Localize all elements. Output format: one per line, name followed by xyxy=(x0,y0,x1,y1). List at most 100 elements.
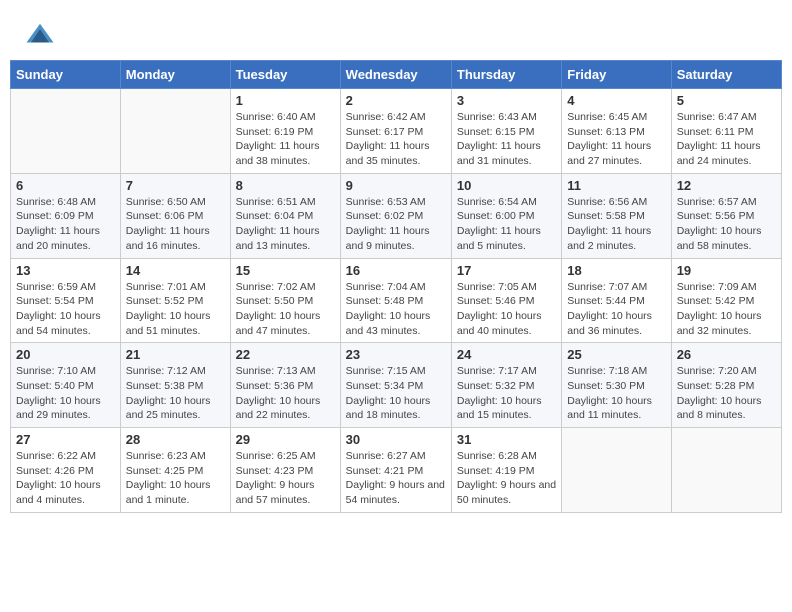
calendar-cell xyxy=(562,428,671,513)
day-number: 25 xyxy=(567,347,665,362)
day-number: 4 xyxy=(567,93,665,108)
day-number: 29 xyxy=(236,432,335,447)
calendar-cell: 13 Sunrise: 6:59 AMSunset: 5:54 PMDayligh… xyxy=(11,258,121,343)
day-number: 17 xyxy=(457,263,556,278)
calendar-cell: 4 Sunrise: 6:45 AMSunset: 6:13 PMDaylight… xyxy=(562,89,671,174)
cell-info: Sunrise: 6:56 AMSunset: 5:58 PMDaylight:… xyxy=(567,195,665,254)
day-header-wednesday: Wednesday xyxy=(340,61,451,89)
calendar-cell: 1 Sunrise: 6:40 AMSunset: 6:19 PMDaylight… xyxy=(230,89,340,174)
calendar-cell: 8 Sunrise: 6:51 AMSunset: 6:04 PMDaylight… xyxy=(230,173,340,258)
day-number: 16 xyxy=(346,263,446,278)
day-number: 26 xyxy=(677,347,776,362)
logo xyxy=(25,20,59,50)
day-number: 3 xyxy=(457,93,556,108)
cell-info: Sunrise: 6:40 AMSunset: 6:19 PMDaylight:… xyxy=(236,110,335,169)
day-number: 21 xyxy=(126,347,225,362)
day-number: 31 xyxy=(457,432,556,447)
calendar-cell: 26 Sunrise: 7:20 AMSunset: 5:28 PMDayligh… xyxy=(671,343,781,428)
calendar-week-row: 13 Sunrise: 6:59 AMSunset: 5:54 PMDayligh… xyxy=(11,258,782,343)
cell-info: Sunrise: 6:51 AMSunset: 6:04 PMDaylight:… xyxy=(236,195,335,254)
calendar-cell: 17 Sunrise: 7:05 AMSunset: 5:46 PMDayligh… xyxy=(451,258,561,343)
cell-info: Sunrise: 6:54 AMSunset: 6:00 PMDaylight:… xyxy=(457,195,556,254)
cell-info: Sunrise: 6:43 AMSunset: 6:15 PMDaylight:… xyxy=(457,110,556,169)
day-number: 6 xyxy=(16,178,115,193)
calendar-cell: 19 Sunrise: 7:09 AMSunset: 5:42 PMDayligh… xyxy=(671,258,781,343)
calendar-cell: 23 Sunrise: 7:15 AMSunset: 5:34 PMDayligh… xyxy=(340,343,451,428)
calendar-cell: 7 Sunrise: 6:50 AMSunset: 6:06 PMDaylight… xyxy=(120,173,230,258)
calendar-cell: 16Sunrise: 7:04 AMSunset: 5:48 PMDayligh… xyxy=(340,258,451,343)
cell-info: Sunrise: 6:47 AMSunset: 6:11 PMDaylight:… xyxy=(677,110,776,169)
cell-info: Sunrise: 7:02 AMSunset: 5:50 PMDaylight:… xyxy=(236,280,335,339)
cell-info: Sunrise: 6:59 AMSunset: 5:54 PMDaylight:… xyxy=(16,280,115,339)
calendar-cell: 22Sunrise: 7:13 AMSunset: 5:36 PMDayligh… xyxy=(230,343,340,428)
calendar-cell: 5Sunrise: 6:47 AMSunset: 6:11 PMDaylight… xyxy=(671,89,781,174)
page-header xyxy=(10,10,782,55)
cell-info: Sunrise: 7:09 AMSunset: 5:42 PMDaylight:… xyxy=(677,280,776,339)
cell-info: Sunrise: 6:48 AMSunset: 6:09 PMDaylight:… xyxy=(16,195,115,254)
day-number: 24 xyxy=(457,347,556,362)
day-number: 18 xyxy=(567,263,665,278)
cell-info: Sunrise: 7:17 AMSunset: 5:32 PMDaylight:… xyxy=(457,364,556,423)
day-number: 8 xyxy=(236,178,335,193)
calendar-cell: 31 Sunrise: 6:28 AMSunset: 4:19 PMDayligh… xyxy=(451,428,561,513)
cell-info: Sunrise: 6:27 AMSunset: 4:21 PMDaylight:… xyxy=(346,449,446,508)
cell-info: Sunrise: 6:50 AMSunset: 6:06 PMDaylight:… xyxy=(126,195,225,254)
day-number: 15 xyxy=(236,263,335,278)
cell-info: Sunrise: 6:23 AMSunset: 4:25 PMDaylight:… xyxy=(126,449,225,508)
day-header-monday: Monday xyxy=(120,61,230,89)
cell-info: Sunrise: 7:10 AMSunset: 5:40 PMDaylight:… xyxy=(16,364,115,423)
calendar-cell: 14Sunrise: 7:01 AMSunset: 5:52 PMDayligh… xyxy=(120,258,230,343)
calendar-week-row: 20 Sunrise: 7:10 AMSunset: 5:40 PMDayligh… xyxy=(11,343,782,428)
calendar-cell: 10 Sunrise: 6:54 AMSunset: 6:00 PMDayligh… xyxy=(451,173,561,258)
calendar-cell xyxy=(120,89,230,174)
cell-info: Sunrise: 7:20 AMSunset: 5:28 PMDaylight:… xyxy=(677,364,776,423)
calendar-cell xyxy=(671,428,781,513)
calendar-cell: 29 Sunrise: 6:25 AMSunset: 4:23 PMDayligh… xyxy=(230,428,340,513)
cell-info: Sunrise: 7:13 AMSunset: 5:36 PMDaylight:… xyxy=(236,364,335,423)
calendar-cell: 24 Sunrise: 7:17 AMSunset: 5:32 PMDayligh… xyxy=(451,343,561,428)
day-number: 23 xyxy=(346,347,446,362)
calendar-header-row: SundayMondayTuesdayWednesdayThursdayFrid… xyxy=(11,61,782,89)
calendar-cell: 2Sunrise: 6:42 AMSunset: 6:17 PMDaylight… xyxy=(340,89,451,174)
calendar-week-row: 1 Sunrise: 6:40 AMSunset: 6:19 PMDaylight… xyxy=(11,89,782,174)
day-number: 13 xyxy=(16,263,115,278)
calendar-cell: 12Sunrise: 6:57 AMSunset: 5:56 PMDayligh… xyxy=(671,173,781,258)
calendar-cell: 30 Sunrise: 6:27 AMSunset: 4:21 PMDayligh… xyxy=(340,428,451,513)
cell-info: Sunrise: 6:25 AMSunset: 4:23 PMDaylight:… xyxy=(236,449,335,508)
cell-info: Sunrise: 6:45 AMSunset: 6:13 PMDaylight:… xyxy=(567,110,665,169)
day-number: 1 xyxy=(236,93,335,108)
cell-info: Sunrise: 6:28 AMSunset: 4:19 PMDaylight:… xyxy=(457,449,556,508)
cell-info: Sunrise: 6:22 AMSunset: 4:26 PMDaylight:… xyxy=(16,449,115,508)
calendar-cell: 15 Sunrise: 7:02 AMSunset: 5:50 PMDayligh… xyxy=(230,258,340,343)
day-header-saturday: Saturday xyxy=(671,61,781,89)
day-number: 20 xyxy=(16,347,115,362)
logo-icon xyxy=(25,20,55,50)
day-number: 28 xyxy=(126,432,225,447)
calendar-cell: 27Sunrise: 6:22 AMSunset: 4:26 PMDayligh… xyxy=(11,428,121,513)
cell-info: Sunrise: 7:18 AMSunset: 5:30 PMDaylight:… xyxy=(567,364,665,423)
cell-info: Sunrise: 7:05 AMSunset: 5:46 PMDaylight:… xyxy=(457,280,556,339)
day-header-friday: Friday xyxy=(562,61,671,89)
cell-info: Sunrise: 7:12 AMSunset: 5:38 PMDaylight:… xyxy=(126,364,225,423)
day-number: 19 xyxy=(677,263,776,278)
day-header-sunday: Sunday xyxy=(11,61,121,89)
calendar-week-row: 27Sunrise: 6:22 AMSunset: 4:26 PMDayligh… xyxy=(11,428,782,513)
day-number: 9 xyxy=(346,178,446,193)
cell-info: Sunrise: 7:01 AMSunset: 5:52 PMDaylight:… xyxy=(126,280,225,339)
day-number: 10 xyxy=(457,178,556,193)
day-number: 11 xyxy=(567,178,665,193)
day-header-thursday: Thursday xyxy=(451,61,561,89)
day-number: 12 xyxy=(677,178,776,193)
calendar-cell: 28 Sunrise: 6:23 AMSunset: 4:25 PMDayligh… xyxy=(120,428,230,513)
calendar-table: SundayMondayTuesdayWednesdayThursdayFrid… xyxy=(10,60,782,513)
calendar-cell: 9 Sunrise: 6:53 AMSunset: 6:02 PMDaylight… xyxy=(340,173,451,258)
cell-info: Sunrise: 7:15 AMSunset: 5:34 PMDaylight:… xyxy=(346,364,446,423)
calendar-cell: 3 Sunrise: 6:43 AMSunset: 6:15 PMDaylight… xyxy=(451,89,561,174)
calendar-cell: 21 Sunrise: 7:12 AMSunset: 5:38 PMDayligh… xyxy=(120,343,230,428)
day-number: 7 xyxy=(126,178,225,193)
cell-info: Sunrise: 6:53 AMSunset: 6:02 PMDaylight:… xyxy=(346,195,446,254)
day-header-tuesday: Tuesday xyxy=(230,61,340,89)
day-number: 30 xyxy=(346,432,446,447)
calendar-cell xyxy=(11,89,121,174)
calendar-cell: 25 Sunrise: 7:18 AMSunset: 5:30 PMDayligh… xyxy=(562,343,671,428)
